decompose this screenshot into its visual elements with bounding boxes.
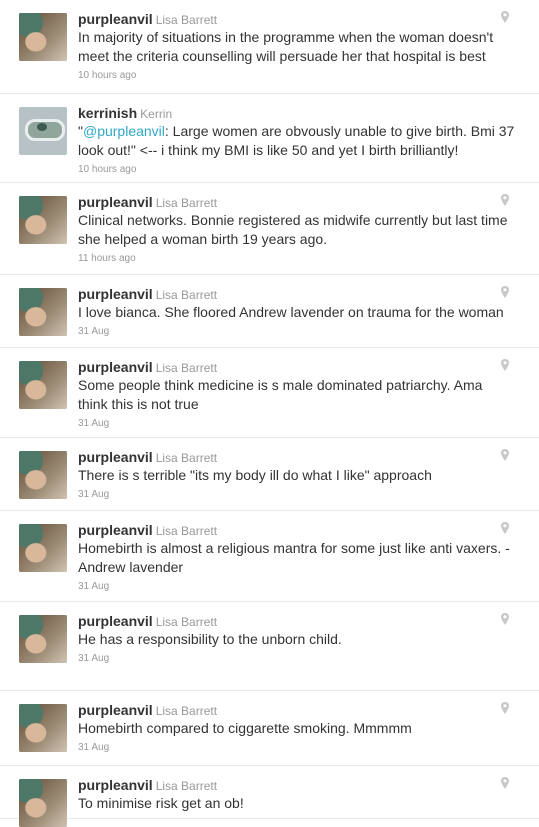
avatar[interactable] [19,615,67,663]
tweet-item: purpleanvil Lisa Barrett I love bianca. Sh… [0,275,539,348]
tweet-item: purpleanvil Lisa Barrett Homebirth compare… [0,691,539,766]
map-pin-icon[interactable] [499,358,511,372]
screen-name-link[interactable]: purpleanvil [78,359,153,375]
screen-name-link[interactable]: kerrinish [78,105,137,121]
screen-name-link[interactable]: purpleanvil [78,11,153,27]
tweet-text: I love bianca. She floored Andrew lavend… [78,304,504,320]
timestamp-link[interactable]: 10 hours ago [78,69,515,83]
screen-name-link[interactable]: purpleanvil [78,522,153,538]
tweet-text: There is s terrible "its my body ill do … [78,467,432,483]
tweet-item: kerrinish Kerrin "@purpleanvil: Large wome… [0,94,539,183]
screen-name-link[interactable]: purpleanvil [78,777,153,793]
map-pin-icon[interactable] [499,521,511,535]
timestamp-link[interactable]: 31 Aug [78,652,515,666]
avatar[interactable] [19,288,67,336]
map-pin-icon[interactable] [499,776,511,790]
map-pin-icon[interactable] [499,701,511,715]
tweet-item: purpleanvil Lisa Barrett He has a responsi… [0,602,539,691]
mention-link[interactable]: @purpleanvil [83,123,165,139]
full-name: Lisa Barrett [155,524,218,538]
timestamp-link[interactable]: 31 Aug [78,741,515,755]
timestamp-link[interactable]: 10 hours ago [78,163,515,177]
tweet-text: Some people think medicine is s male dom… [78,377,483,412]
screen-name-link[interactable]: purpleanvil [78,449,153,465]
full-name: Kerrin [140,107,173,121]
map-pin-icon[interactable] [499,285,511,299]
tweet-text: He has a responsibility to the unborn ch… [78,631,342,647]
avatar[interactable] [19,451,67,499]
timestamp-link[interactable]: 31 Aug [78,325,515,339]
map-pin-icon[interactable] [499,612,511,626]
tweet-item: purpleanvil Lisa Barrett In majority of si… [0,0,539,94]
avatar[interactable] [19,196,67,244]
tweet-item: purpleanvil Lisa Barrett Clinical networks… [0,183,539,275]
avatar[interactable] [19,13,67,61]
tweet-item: purpleanvil Lisa Barrett To minimise risk … [0,766,539,827]
tweet-text: Homebirth compared to ciggarette smoking… [78,720,412,736]
tweet-timeline: purpleanvil Lisa Barrett In majority of si… [0,0,539,827]
full-name: Lisa Barrett [155,704,218,718]
full-name: Lisa Barrett [155,361,218,375]
full-name: Lisa Barrett [155,288,218,302]
tweet-text: Homebirth is almost a religious mantra f… [78,540,510,575]
avatar[interactable] [19,704,67,752]
timestamp-link[interactable]: 11 hours ago [78,252,515,266]
full-name: Lisa Barrett [155,451,218,465]
tweet-text: To minimise risk get an ob! [78,795,244,811]
avatar[interactable] [19,361,67,409]
tweet-text: In majority of situations in the program… [78,29,494,64]
full-name: Lisa Barrett [155,779,218,793]
timestamp-link[interactable]: 31 Aug [78,417,515,431]
screen-name-link[interactable]: purpleanvil [78,702,153,718]
timestamp-link[interactable]: 31 Aug [78,580,515,594]
full-name: Lisa Barrett [155,196,218,210]
screen-name-link[interactable]: purpleanvil [78,613,153,629]
tweet-item: purpleanvil Lisa Barrett Some people think… [0,348,539,438]
avatar[interactable] [19,107,67,155]
full-name: Lisa Barrett [155,615,218,629]
tweet-text: Clinical networks. Bonnie registered as … [78,212,508,247]
full-name: Lisa Barrett [155,13,218,27]
tweet-item: purpleanvil Lisa Barrett There is s terrib… [0,438,539,511]
map-pin-icon[interactable] [499,193,511,207]
tweet-text: "@purpleanvil: Large women are obvously … [78,122,515,160]
map-pin-icon[interactable] [499,10,511,24]
avatar[interactable] [19,524,67,572]
avatar[interactable] [19,779,67,827]
timestamp-link[interactable]: 31 Aug [78,488,515,502]
map-pin-icon[interactable] [499,448,511,462]
screen-name-link[interactable]: purpleanvil [78,194,153,210]
tweet-item: purpleanvil Lisa Barrett Homebirth is almo… [0,511,539,602]
screen-name-link[interactable]: purpleanvil [78,286,153,302]
